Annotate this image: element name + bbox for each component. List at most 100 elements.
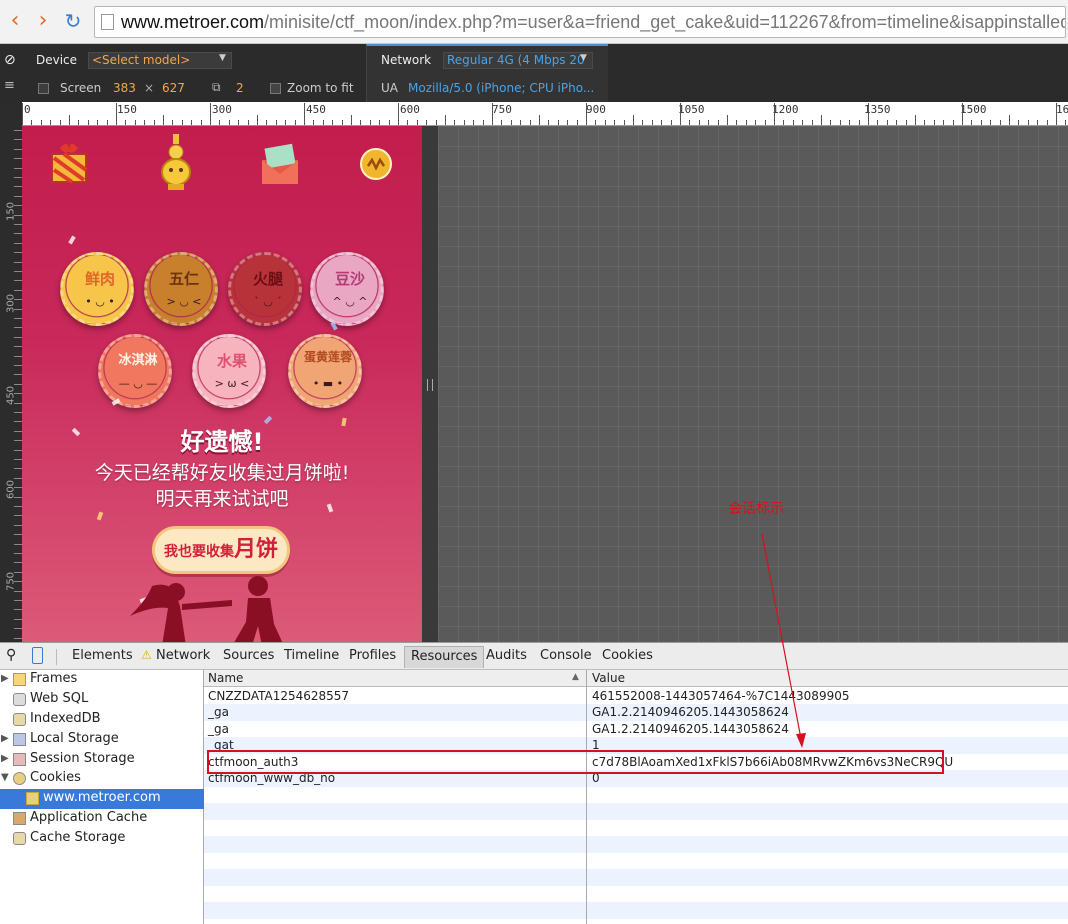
ruler-tick: [849, 120, 851, 125]
emulation-background-grid: [438, 126, 1068, 642]
envelope-icon[interactable]: [258, 142, 302, 186]
database-icon: [13, 713, 26, 726]
sidebar-item-local-storage[interactable]: ▶ Local Storage: [0, 730, 204, 750]
ruler-tick: [623, 120, 625, 125]
message-line-2: 明天再来试试吧: [155, 488, 289, 510]
folder-icon: [13, 673, 26, 686]
ruler-label: 150: [117, 103, 137, 116]
expand-arrow-icon[interactable]: ▶: [1, 750, 9, 768]
device-model-select[interactable]: <Select model> ▼: [88, 52, 232, 69]
tab-network[interactable]: Network: [156, 648, 210, 663]
sidebar-item-application-cache[interactable]: Application Cache: [0, 809, 204, 829]
ruler-tick: [14, 524, 22, 526]
network-label: Network: [381, 53, 432, 67]
tab-timeline[interactable]: Timeline: [284, 648, 339, 663]
reload-icon[interactable]: ↻: [60, 6, 86, 36]
column-divider[interactable]: [586, 670, 587, 924]
ruler-tick: [868, 103, 869, 125]
tab-audits[interactable]: Audits: [486, 648, 527, 663]
ruler-tick: [1065, 120, 1067, 125]
back-icon[interactable]: ‹: [2, 6, 28, 36]
address-bar[interactable]: www.metroer.com/minisite/ctf_moon/index.…: [94, 6, 1066, 38]
sort-ascending-icon[interactable]: ▲: [572, 672, 579, 682]
ruler-tick: [886, 120, 888, 125]
ua-label: UA: [381, 81, 398, 95]
sidebar-item-cache-storage[interactable]: Cache Storage: [0, 829, 204, 849]
mooncake-wuren[interactable]: 五仁 > ◡ <: [144, 252, 218, 326]
ruler-tick: [14, 543, 22, 545]
zoom-to-fit-checkbox[interactable]: [270, 81, 281, 95]
cake-face: > ω <: [214, 377, 250, 390]
resize-grip-icon[interactable]: [427, 379, 433, 391]
network-throttle-select[interactable]: Regular 4G (4 Mbps 20 ▼: [443, 52, 593, 69]
tab-profiles[interactable]: Profiles: [349, 648, 396, 663]
collapse-arrow-icon[interactable]: ▼: [1, 769, 9, 787]
ruler-tick: [14, 487, 22, 489]
mooncake-shuiguo[interactable]: 水果 > ω <: [192, 334, 266, 408]
column-header-value[interactable]: Value: [592, 671, 625, 685]
music-icon[interactable]: [358, 146, 394, 182]
ruler-tick: [14, 496, 22, 498]
empty-row: [204, 853, 1068, 870]
expand-arrow-icon[interactable]: ▶: [1, 670, 9, 688]
tab-resources[interactable]: Resources: [404, 646, 485, 668]
ruler-tick: [14, 365, 22, 366]
gift-icon[interactable]: [48, 140, 90, 184]
sidebar-item-session-storage[interactable]: ▶ Session Storage: [0, 750, 204, 770]
expand-arrow-icon[interactable]: ▶: [1, 730, 9, 748]
tab-sources[interactable]: Sources: [223, 648, 274, 663]
message-line-1: 今天已经帮好友收集过月饼啦!: [94, 462, 350, 484]
ruler-tick: [435, 120, 437, 125]
mooncake-dousha[interactable]: 豆沙 ^ ◡ ^: [310, 252, 384, 326]
column-header-name[interactable]: Name: [208, 671, 243, 685]
resources-sidebar: ▶ Frames Web SQL IndexedDB ▶ Local Stora…: [0, 670, 204, 924]
sidebar-item-cookies[interactable]: ▼ Cookies: [0, 769, 204, 789]
search-icon[interactable]: ⚲: [6, 647, 16, 663]
ruler-tick: [14, 261, 22, 263]
user-agent-input[interactable]: Mozilla/5.0 (iPhone; CPU iPho...: [408, 81, 594, 95]
ruler-tick: [839, 120, 841, 125]
ruler-tick: [14, 205, 22, 207]
table-row[interactable]: _ga GA1.2.2140946205.1443058624: [204, 721, 1068, 738]
table-icon: [13, 753, 26, 766]
mooncake-bingqilin[interactable]: 冰淇淋 — ◡ —: [98, 334, 172, 408]
page-icon: [101, 14, 114, 30]
ruler-tick: [962, 103, 963, 125]
sidebar-item-web-sql[interactable]: Web SQL: [0, 690, 204, 710]
ruler-tick: [369, 120, 371, 125]
no-entry-icon[interactable]: ⊘: [4, 52, 16, 68]
ruler-label: 1200: [772, 103, 799, 116]
ruler-tick: [116, 103, 117, 125]
menu-lines-icon[interactable]: ≡: [4, 78, 15, 93]
resize-gutter[interactable]: [422, 126, 438, 642]
tab-elements[interactable]: Elements: [72, 648, 133, 663]
ruler-tick: [97, 120, 99, 125]
screen-height-input[interactable]: 627: [162, 81, 185, 95]
ruler-tick: [445, 115, 446, 125]
ruler-tick: [40, 120, 42, 125]
mooncake-xianrou[interactable]: 鲜肉 • ◡ •: [60, 252, 134, 326]
screen-width-input[interactable]: 383: [113, 81, 136, 95]
mobile-device-icon[interactable]: [32, 647, 43, 664]
ruler-tick: [510, 120, 512, 125]
sidebar-item-cookie-domain[interactable]: www.metroer.com: [0, 789, 204, 809]
device-pixel-ratio-input[interactable]: 2: [236, 81, 244, 95]
ruler-tick: [14, 637, 22, 639]
table-row[interactable]: CNZZDATA1254628557 461552008-1443057464-…: [204, 688, 1068, 705]
ruler-tick: [200, 120, 202, 125]
tab-console[interactable]: Console: [540, 648, 592, 663]
ruler-tick: [181, 120, 183, 125]
mooncake-danhuang-lianrong[interactable]: 蛋黄莲蓉 • ▬ •: [288, 334, 362, 408]
lucky-charm-icon[interactable]: [158, 134, 194, 194]
sidebar-item-indexeddb[interactable]: IndexedDB: [0, 710, 204, 730]
screen-checkbox[interactable]: [38, 81, 49, 95]
table-row[interactable]: _ga GA1.2.2140946205.1443058624: [204, 704, 1068, 721]
tab-cookies[interactable]: Cookies: [602, 648, 653, 663]
collect-mooncake-button[interactable]: 我也要收集月饼: [152, 526, 290, 574]
ruler-tick: [14, 233, 22, 235]
sidebar-item-frames[interactable]: ▶ Frames: [0, 670, 204, 690]
forward-icon[interactable]: ›: [30, 6, 56, 36]
ruler-tick: [614, 120, 616, 125]
mooncake-huotui[interactable]: 火腿 ˋ ◡ ˊ: [228, 252, 302, 326]
ruler-tick: [426, 120, 428, 125]
